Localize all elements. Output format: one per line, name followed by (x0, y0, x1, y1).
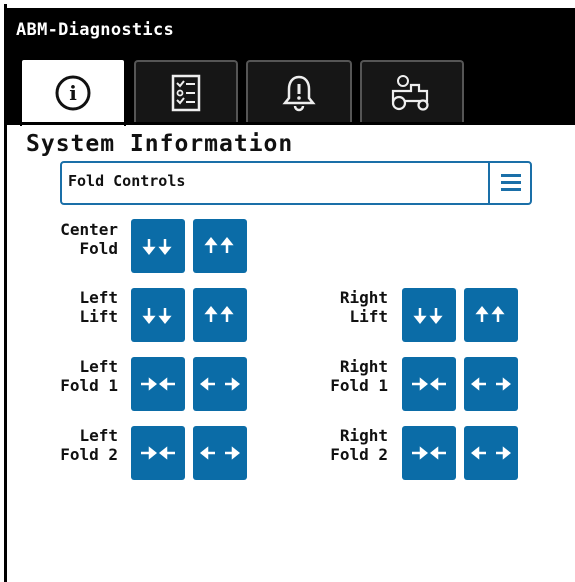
left-fold-1-in-button[interactable] (131, 357, 185, 411)
right-fold-2-in-button[interactable] (402, 426, 456, 480)
arrows-outward-icon (199, 377, 241, 391)
double-up-arrow-icon (475, 305, 505, 322)
arrows-inward-icon (141, 446, 175, 460)
menu-icon[interactable] (488, 163, 530, 203)
svg-text:i: i (69, 81, 77, 105)
right-fold-1-label: Right Fold 1 (330, 357, 388, 395)
tab-checklist[interactable] (134, 60, 238, 124)
tractor-icon (391, 75, 429, 111)
right-lift-up-button[interactable] (464, 288, 518, 342)
bell-icon (282, 75, 316, 112)
tab-info[interactable]: i (20, 58, 126, 126)
arrows-outward-icon (470, 446, 512, 460)
left-lift-label: Left Lift (79, 288, 118, 326)
info-icon: i (55, 75, 91, 111)
title-bar: ABM-Diagnostics (4, 8, 575, 52)
left-fold-2-in-button[interactable] (131, 426, 185, 480)
app-title: ABM-Diagnostics (16, 20, 175, 40)
tab-divider (4, 122, 575, 125)
page-title: System Information (26, 131, 294, 157)
right-fold-1-in-button[interactable] (402, 357, 456, 411)
left-fold-2-label: Left Fold 2 (60, 426, 118, 464)
right-lift-label: Right Lift (339, 288, 388, 326)
center-fold-label: Center Fold (60, 220, 118, 258)
arrows-inward-icon (412, 446, 446, 460)
double-up-arrow-icon (204, 236, 234, 253)
arrows-inward-icon (141, 377, 175, 391)
left-lift-up-button[interactable] (193, 288, 247, 342)
select-value: Fold Controls (68, 172, 186, 190)
left-lift-down-button[interactable] (131, 288, 185, 342)
double-down-arrow-icon (413, 308, 443, 325)
right-lift-down-button[interactable] (402, 288, 456, 342)
center-fold-down-button[interactable] (131, 219, 185, 273)
left-fold-2-out-button[interactable] (193, 426, 247, 480)
left-fold-1-out-button[interactable] (193, 357, 247, 411)
arrows-outward-icon (470, 377, 512, 391)
checklist-icon (171, 74, 201, 112)
tab-alarms[interactable] (246, 60, 352, 124)
double-up-arrow-icon (204, 305, 234, 322)
center-fold-up-button[interactable] (193, 219, 247, 273)
double-down-arrow-icon (142, 239, 172, 256)
fold-controls-select[interactable]: Fold Controls (60, 161, 532, 205)
arrows-outward-icon (199, 446, 241, 460)
left-fold-1-label: Left Fold 1 (60, 357, 118, 395)
double-down-arrow-icon (142, 308, 172, 325)
right-fold-1-out-button[interactable] (464, 357, 518, 411)
right-fold-2-out-button[interactable] (464, 426, 518, 480)
arrows-inward-icon (412, 377, 446, 391)
tab-machine[interactable] (360, 60, 464, 124)
right-fold-2-label: Right Fold 2 (330, 426, 388, 464)
